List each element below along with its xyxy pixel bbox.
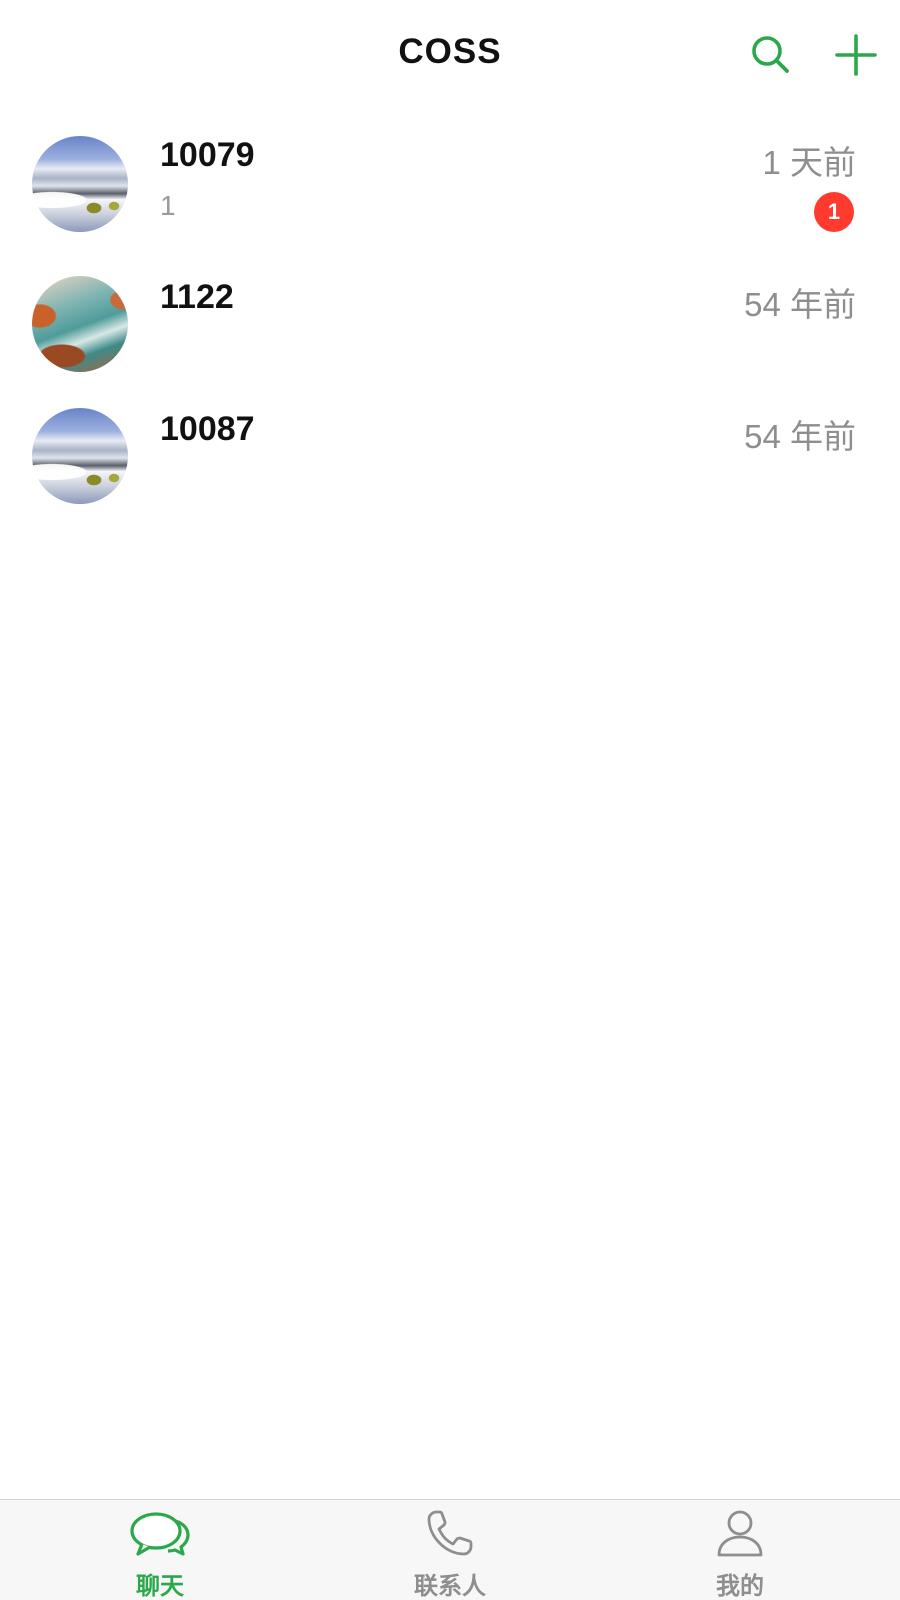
conversation-preview: 1 [160,190,176,221]
conversation-name: 10087 [160,410,255,448]
add-button[interactable] [833,32,879,78]
search-button[interactable] [748,32,794,78]
header-bar: COSS [0,0,900,112]
tab-contacts-label: 联系人 [414,1573,486,1600]
tab-bar: 聊天 联系人 我的 [0,1499,900,1600]
conversation-time: 1 天前 [762,144,856,181]
conversation-time: 54 年前 [744,418,856,455]
tab-chat[interactable]: 聊天 [10,1500,310,1600]
person-icon [717,1510,763,1557]
search-icon [752,36,789,73]
conversation-time: 54 年前 [744,286,856,323]
tab-me[interactable]: 我的 [590,1500,890,1600]
conversation-row[interactable]: 10079 1 天前 1 1 [0,112,900,256]
avatar [32,136,128,232]
unread-badge: 1 [814,192,854,232]
avatar [32,408,128,504]
conversation-row[interactable]: 10087 54 年前 [0,392,900,528]
app-screen: COSS 10079 1 天前 1 1 1122 54 年前 10087 54 … [0,0,900,1600]
avatar [32,276,128,372]
conversation-name: 10079 [160,136,255,174]
tab-contacts[interactable]: 联系人 [300,1500,600,1600]
phone-icon [427,1510,473,1556]
conversation-list: 10079 1 天前 1 1 1122 54 年前 10087 54 年前 [0,112,900,528]
plus-icon [835,34,877,76]
conversation-name: 1122 [160,278,234,316]
chat-bubbles-icon [130,1512,190,1556]
tab-me-label: 我的 [716,1573,764,1600]
conversation-row[interactable]: 1122 54 年前 [0,256,900,392]
tab-chat-label: 聊天 [136,1573,184,1600]
